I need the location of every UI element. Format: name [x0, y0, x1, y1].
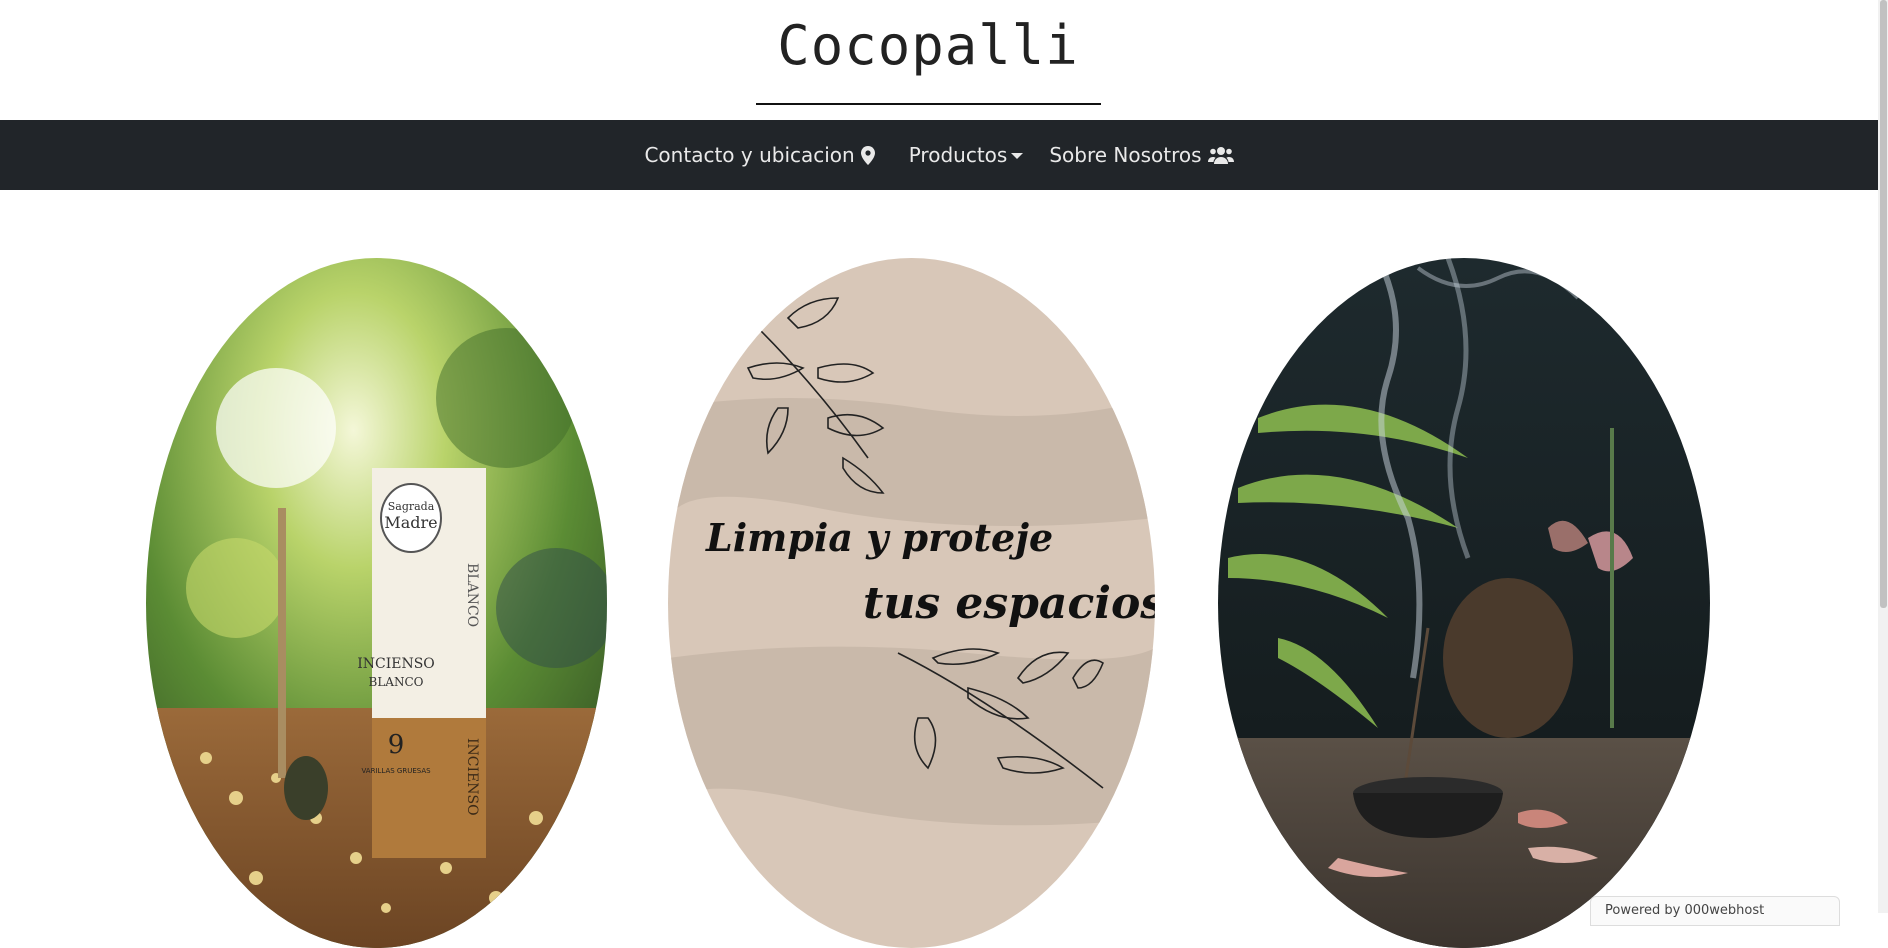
- carousel-image-incense-box[interactable]: Sagrada Madre INCIENSO BLANCO 9 VARILLAS…: [146, 258, 607, 948]
- main-navbar: Contacto y ubicacion Productos Sobre Nos…: [0, 120, 1878, 190]
- nav-contact-label: Contacto y ubicacion: [644, 143, 855, 167]
- banner-line1: Limpia y proteje: [705, 515, 1053, 560]
- map-marker-icon: [860, 145, 875, 165]
- box-count-label: VARILLAS GRUESAS: [361, 767, 431, 775]
- page-scrollbar-thumb[interactable]: [1880, 0, 1887, 608]
- box-product-sub: BLANCO: [369, 675, 424, 689]
- box-product: INCIENSO: [357, 656, 435, 672]
- box-variant: BLANCO: [464, 563, 480, 627]
- banner-line2: tus espacios: [863, 578, 1155, 629]
- carousel-banner-limpia[interactable]: Limpia y proteje tus espacios: [668, 258, 1155, 948]
- nav-sobre-label: Sobre Nosotros: [1049, 143, 1202, 167]
- users-icon: [1207, 147, 1234, 164]
- incense-box-photo: Sagrada Madre INCIENSO BLANCO 9 VARILLAS…: [146, 258, 607, 948]
- site-brand[interactable]: Cocopalli: [756, 14, 1100, 77]
- nav-sobre-nosotros[interactable]: Sobre Nosotros: [1049, 143, 1234, 167]
- site-header: Cocopalli: [0, 0, 1878, 120]
- carousel-image-incense-smoke[interactable]: [1218, 258, 1710, 948]
- incense-smoke-photo: [1218, 258, 1710, 948]
- box-count: 9: [388, 730, 405, 760]
- nav-contact[interactable]: Contacto y ubicacion: [644, 143, 875, 167]
- box-brand-top: Sagrada: [388, 500, 435, 513]
- box-side-text: INCIENSO: [464, 738, 480, 816]
- caret-down-icon: [1011, 153, 1024, 159]
- nav-productos-dropdown[interactable]: Productos: [909, 143, 1024, 167]
- nav-productos-label: Productos: [908, 143, 1008, 167]
- box-brand-name: Madre: [384, 513, 437, 532]
- brand-underline: [756, 103, 1101, 105]
- banner-graphic: Limpia y proteje tus espacios: [668, 258, 1155, 948]
- host-badge[interactable]: Powered by 000webhost: [1590, 896, 1840, 926]
